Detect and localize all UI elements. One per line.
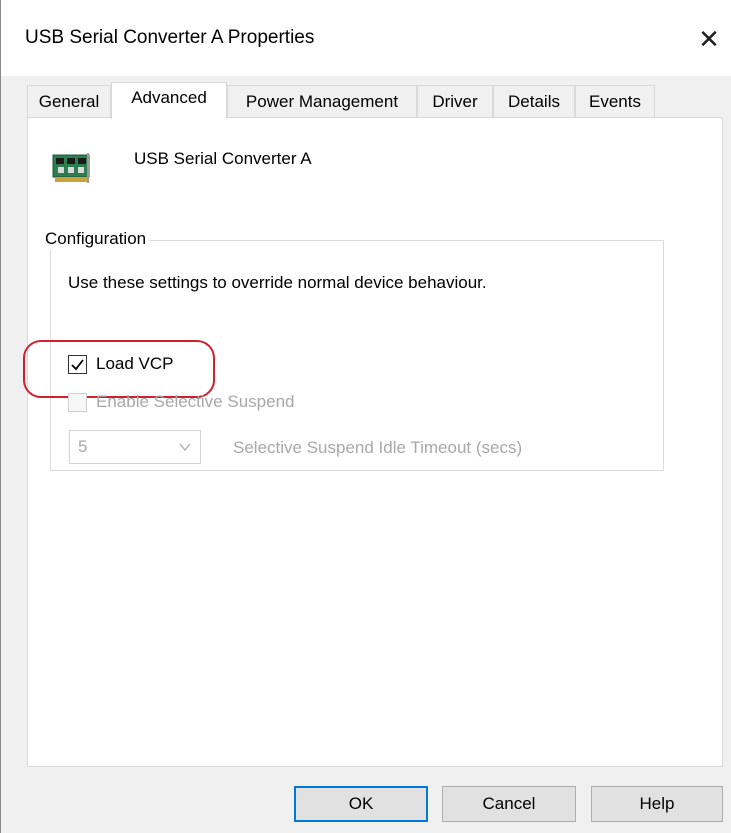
idle-timeout-label: Selective Suspend Idle Timeout (secs) (233, 438, 523, 457)
properties-dialog: USB Serial Converter A Properties ✕ Gene… (0, 0, 731, 833)
configuration-group-title: Configuration (42, 229, 150, 249)
tab-events[interactable]: Events (575, 85, 655, 117)
configuration-description: Use these settings to override normal de… (68, 273, 487, 292)
tab-driver[interactable]: Driver (417, 85, 493, 117)
tab-general[interactable]: General (27, 85, 111, 117)
window-title: USB Serial Converter A Properties (25, 27, 315, 48)
circuit-board-icon (52, 153, 90, 183)
cancel-button[interactable]: Cancel (442, 786, 576, 822)
close-button[interactable]: ✕ (691, 22, 727, 58)
selective-suspend-checkbox[interactable] (68, 393, 87, 412)
device-name: USB Serial Converter A (134, 149, 312, 168)
chevron-down-icon (179, 443, 191, 452)
idle-timeout-dropdown[interactable]: 5 (69, 430, 201, 464)
title-bar: USB Serial Converter A Properties ✕ (1, 0, 731, 76)
load-vcp-label: Load VCP (96, 354, 174, 373)
tab-details[interactable]: Details (493, 85, 575, 117)
idle-timeout-value: 5 (78, 437, 88, 456)
selective-suspend-label: Enable Selective Suspend (96, 392, 295, 411)
tab-advanced[interactable]: Advanced (111, 82, 227, 119)
advanced-tab-panel: USB Serial Converter A Configuration Use… (23, 117, 723, 767)
checkmark-icon (71, 359, 84, 371)
tab-power-management[interactable]: Power Management (227, 85, 417, 117)
load-vcp-checkbox[interactable] (68, 355, 87, 374)
close-icon: ✕ (698, 24, 720, 54)
help-button[interactable]: Help (591, 786, 723, 822)
ok-button[interactable]: OK (294, 786, 428, 822)
